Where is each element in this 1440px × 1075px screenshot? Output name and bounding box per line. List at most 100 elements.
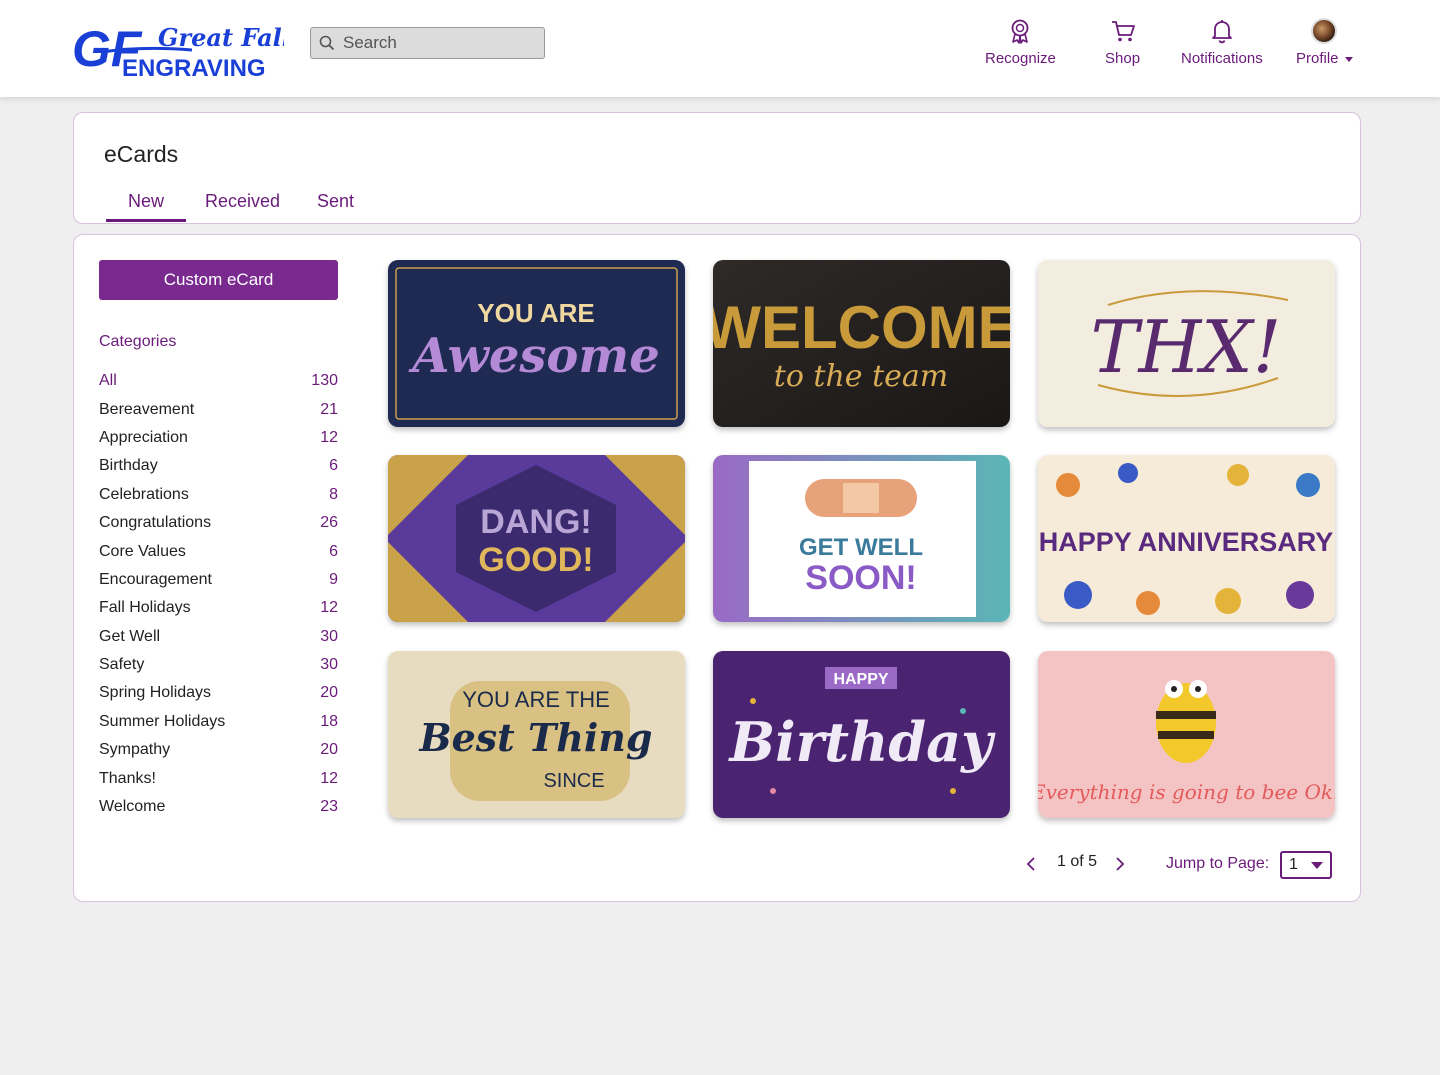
- nav-recognize[interactable]: Recognize: [985, 18, 1056, 67]
- category-name: All: [99, 372, 117, 390]
- ecard-get-well-line2: SOON!: [805, 559, 916, 597]
- category-count: 12: [320, 428, 338, 446]
- category-item[interactable]: Thanks! 12: [99, 764, 338, 792]
- ecard-birthday-line1: HAPPY: [833, 671, 888, 688]
- category-item[interactable]: Birthday 6: [99, 452, 338, 480]
- jump-to-page-value: 1: [1289, 856, 1298, 873]
- category-name: Celebrations: [99, 485, 189, 503]
- ecard-welcome-line1: WELCOME: [713, 294, 1010, 361]
- ecard-you-are-awesome-line1: YOU ARE: [477, 298, 595, 328]
- category-name: Core Values: [99, 542, 186, 560]
- category-name: Fall Holidays: [99, 599, 191, 617]
- ecard-happy-birthday[interactable]: HAPPY Birthday: [713, 651, 1010, 818]
- ecard-birthday-line2: Birthday: [728, 710, 997, 774]
- category-name: Summer Holidays: [99, 712, 226, 730]
- dropdown-arrow-icon: [1311, 862, 1323, 869]
- ecard-welcome-line2: to the team: [774, 359, 948, 394]
- ecard-happy-anniversary[interactable]: HAPPY ANNIVERSARY: [1038, 455, 1335, 622]
- category-count: 8: [329, 485, 338, 503]
- ecard-you-are-awesome[interactable]: YOU ARE Awesome: [388, 260, 685, 427]
- categories-heading: Categories: [99, 333, 177, 350]
- ecard-welcome[interactable]: WELCOME to the team: [713, 260, 1010, 427]
- category-name: Birthday: [99, 457, 158, 475]
- cart-icon: [1111, 21, 1135, 42]
- category-item[interactable]: Get Well 30: [99, 623, 338, 651]
- nav-recognize-label: Recognize: [985, 50, 1056, 67]
- category-name: Spring Holidays: [99, 684, 212, 702]
- category-item[interactable]: Fall Holidays 12: [99, 594, 338, 622]
- category-count: 18: [320, 712, 338, 730]
- category-count: 20: [320, 684, 338, 702]
- ecard-dang-good-line1: DANG!: [480, 503, 591, 541]
- caret-down-icon: [1344, 56, 1353, 62]
- search-box[interactable]: [310, 27, 545, 59]
- ecard-bee-ok-text: Everything is going to bee Ok!: [1038, 780, 1335, 804]
- previous-page-icon[interactable]: [1022, 853, 1040, 875]
- ecard-get-well-soon[interactable]: GET WELL SOON!: [713, 455, 1010, 622]
- category-count: 30: [320, 627, 338, 645]
- category-count: 20: [320, 741, 338, 759]
- tab-new[interactable]: New: [106, 191, 187, 222]
- ecard-anniversary-text: HAPPY ANNIVERSARY: [1039, 527, 1334, 557]
- ecard-thx[interactable]: THX!: [1038, 260, 1335, 427]
- page-status: 1 of 5: [1057, 853, 1098, 870]
- category-item[interactable]: Appreciation 12: [99, 424, 338, 452]
- nav-notifications[interactable]: Notifications: [1181, 18, 1263, 67]
- category-item[interactable]: Congratulations 26: [99, 509, 338, 537]
- bell-icon: [1211, 20, 1232, 44]
- category-item[interactable]: Bereavement 21: [99, 395, 338, 423]
- next-page-icon[interactable]: [1111, 853, 1129, 875]
- category-name: Get Well: [99, 627, 161, 645]
- ecard-dang-good[interactable]: DANG! GOOD!: [388, 455, 685, 622]
- category-count: 12: [320, 769, 338, 787]
- ecard-best-thing-since[interactable]: YOU ARE THE Best Thing SINCE: [388, 651, 685, 818]
- award-icon: [1012, 19, 1029, 44]
- category-name: Congratulations: [99, 514, 212, 532]
- ecards-header-panel: eCards New Received Sent: [73, 112, 1361, 224]
- category-name: Safety: [99, 656, 145, 674]
- category-item[interactable]: All 130: [99, 367, 338, 395]
- jump-to-page-select[interactable]: 1: [1280, 851, 1332, 879]
- category-item[interactable]: Summer Holidays 18: [99, 708, 338, 736]
- category-item[interactable]: Welcome 23: [99, 793, 338, 821]
- ecard-best-thing-line3: SINCE: [543, 770, 604, 792]
- category-item[interactable]: Sympathy 20: [99, 736, 338, 764]
- category-count: 23: [320, 798, 338, 816]
- ecard-best-thing-line1: YOU ARE THE: [462, 687, 610, 712]
- category-count: 6: [329, 542, 338, 560]
- jump-to-page-label: Jump to Page:: [1166, 855, 1270, 872]
- nav-profile[interactable]: Profile: [1296, 18, 1353, 67]
- ecard-bee-ok[interactable]: Everything is going to bee Ok!: [1038, 651, 1335, 818]
- ecard-best-thing-line2: Best Thing: [418, 715, 652, 760]
- avatar: [1311, 18, 1338, 44]
- category-name: Welcome: [99, 798, 166, 816]
- custom-ecard-button[interactable]: Custom eCard: [99, 260, 338, 300]
- category-item[interactable]: Encouragement 9: [99, 566, 338, 594]
- svg-text:ENGRAVING: ENGRAVING: [122, 55, 266, 78]
- ecard-thx-text: THX!: [1090, 305, 1281, 389]
- category-count: 6: [329, 457, 338, 475]
- category-count: 21: [320, 400, 338, 418]
- category-name: Appreciation: [99, 428, 188, 446]
- top-navigation-bar: GF Great Falls ENGRAVING Recognize Shop …: [0, 0, 1440, 97]
- tab-sent[interactable]: Sent: [317, 191, 354, 212]
- ecard-get-well-line1: GET WELL: [799, 534, 923, 561]
- category-name: Encouragement: [99, 570, 212, 588]
- page-title: eCards: [104, 141, 179, 167]
- category-item[interactable]: Celebrations 8: [99, 481, 338, 509]
- nav-shop[interactable]: Shop: [1105, 18, 1140, 67]
- category-item[interactable]: Spring Holidays 20: [99, 679, 338, 707]
- ecards-content-panel: Custom eCard Categories All 130 Bereavemen…: [73, 234, 1361, 902]
- tab-received[interactable]: Received: [205, 191, 280, 212]
- search-icon: [319, 35, 335, 51]
- category-name: Thanks!: [99, 769, 156, 787]
- nav-shop-label: Shop: [1105, 50, 1141, 67]
- category-count: 30: [320, 656, 338, 674]
- company-logo[interactable]: GF Great Falls ENGRAVING: [72, 16, 305, 82]
- search-input[interactable]: [343, 33, 533, 53]
- category-item[interactable]: Safety 30: [99, 651, 338, 679]
- category-count: 12: [320, 599, 338, 617]
- category-name: Sympathy: [99, 741, 171, 759]
- category-name: Bereavement: [99, 400, 195, 418]
- category-item[interactable]: Core Values 6: [99, 537, 338, 565]
